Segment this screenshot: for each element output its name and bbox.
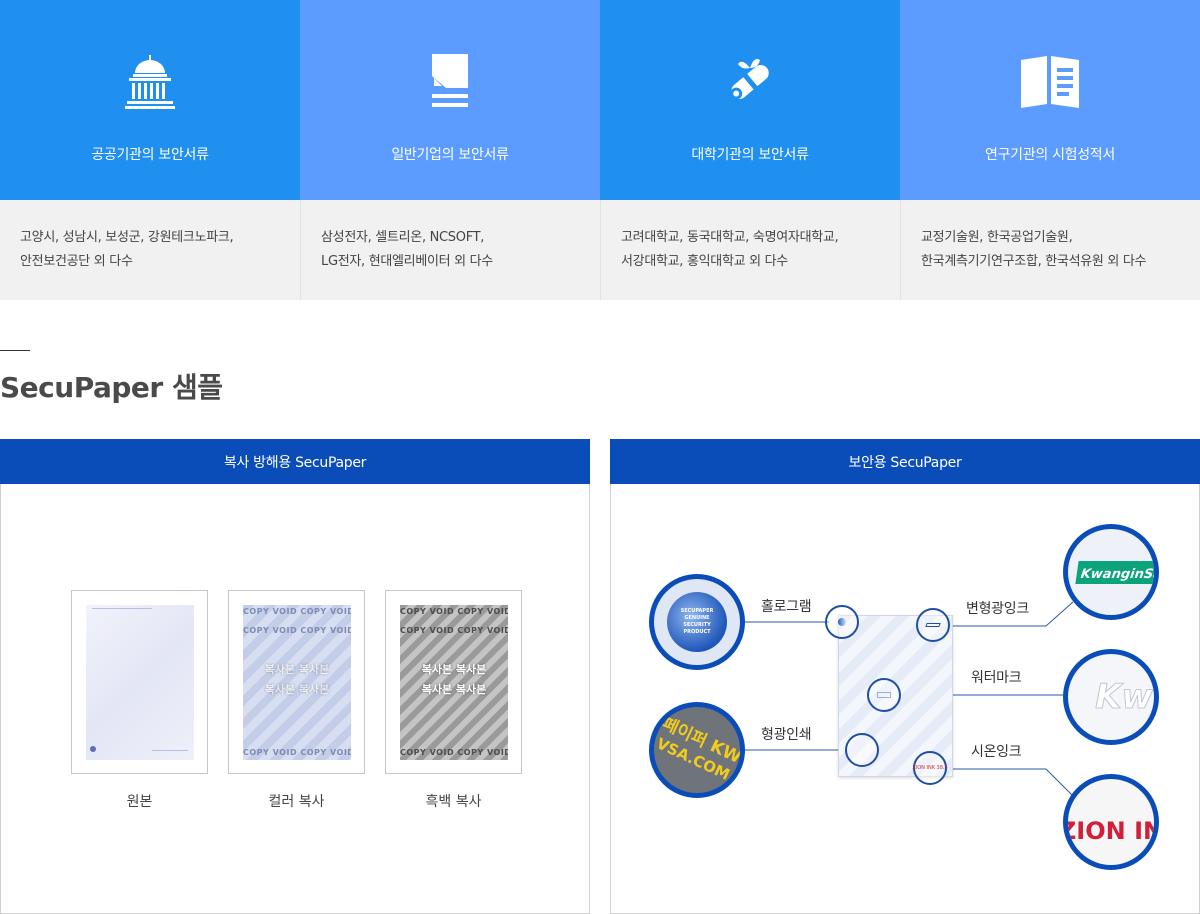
fluorescent-text: 페이퍼 KW VSA.COM (654, 714, 740, 786)
category-title: 연구기관의 시험성적서 (985, 147, 1115, 163)
category-clients: 교정기술원, 한국공업기술원, 한국계측기기연구조합, 한국석유원 외 다수 (900, 200, 1200, 300)
footer-rule (152, 750, 188, 751)
copy-void-text: COPY VOID COPY VOID (400, 607, 508, 616)
kwanginsa-text: KwanginSa (1080, 566, 1159, 582)
category-clients-line: 고양시, 성남시, 보성군, 강원테크노파크, (20, 230, 234, 245)
category-clients-line: 안전보건공단 외 다수 (20, 254, 133, 269)
watermark-spot[interactable] (867, 678, 901, 712)
document-icon (418, 50, 482, 114)
section-divider (0, 350, 30, 351)
panel-header: 복사 방해용 SecuPaper (0, 439, 590, 484)
sample-label: 흑백 복사 (425, 794, 482, 810)
fluorescent-print-spot[interactable] (845, 733, 879, 767)
security-panel: 보안용 SecuPaper ZION INK 38.5 홀로그램 형광인쇄 변형… (610, 439, 1200, 914)
panel-body: ZION INK 38.5 홀로그램 형광인쇄 변형광잉크 워터마크 시온잉크 … (610, 484, 1200, 914)
section-title: SecuPaper 샘플 (0, 371, 223, 404)
panel-body: 원본 COPY VOID COPY VOID COPY VOID COPY VO… (0, 484, 590, 914)
category-cards: 공공기관의 보안서류 고양시, 성남시, 보성군, 강원테크노파크, 안전보건공… (0, 0, 1200, 300)
category-card-header: 연구기관의 시험성적서 (900, 0, 1200, 200)
zion-ink-text: ZION IN (1063, 817, 1159, 845)
sample-label: 컬러 복사 (268, 794, 325, 810)
feature-label: 홀로그램 (761, 599, 812, 615)
copy-void-text: COPY VOID COPY VOID (243, 607, 351, 616)
category-card-public[interactable]: 공공기관의 보안서류 고양시, 성남시, 보성군, 강원테크노파크, 안전보건공… (0, 0, 300, 300)
feature-label: 시온잉크 (971, 744, 1022, 760)
thermo-ink-mark: ZION INK 38.5 (912, 765, 948, 771)
copy-void-text: COPY VOID COPY VOID (400, 748, 508, 757)
category-title: 대학기관의 보안서류 (691, 147, 809, 163)
feature-label: 변형광잉크 (966, 601, 1029, 617)
hologram-icon (838, 618, 846, 626)
color-shift-ink-spot[interactable] (916, 608, 950, 642)
hologram-spot[interactable] (825, 605, 859, 639)
category-title: 공공기관의 보안서류 (91, 147, 209, 163)
hologram-seal-text: SECUPAPER GENUINE SECURITY PRODUCT (680, 608, 714, 635)
seal-icon (90, 746, 96, 752)
category-card-enterprise[interactable]: 일반기업의 보안서류 삼성전자, 셀트리온, NCSOFT, LG전자, 현대엘… (300, 0, 600, 300)
hologram-lens[interactable]: SECUPAPER GENUINE SECURITY PRODUCT (649, 574, 745, 670)
category-card-header: 공공기관의 보안서류 (0, 0, 300, 200)
copy-prevention-panel: 복사 방해용 SecuPaper 원본 COPY VOID COPY VOID … (0, 439, 590, 914)
copy-hidden-text: 복사본 복사본 (264, 663, 330, 676)
kwanginsa-logo: KwanginSa (1075, 560, 1159, 584)
original-paper-image (86, 605, 194, 760)
sample-color-copy-thumb[interactable]: COPY VOID COPY VOID COPY VOID COPY VOID … (228, 590, 365, 774)
thermo-ink-lens[interactable]: ZION IN (1063, 774, 1159, 870)
category-clients-line: 서강대학교, 홍익대학교 외 다수 (621, 254, 788, 269)
category-clients: 고려대학교, 동국대학교, 숙명여자대학교, 서강대학교, 홍익대학교 외 다수 (600, 200, 900, 300)
copy-hidden-text: 복사본 복사본 (421, 663, 487, 676)
sample-original-thumb[interactable] (71, 590, 208, 774)
color-shift-ink-lens[interactable]: KwanginSa (1063, 524, 1159, 620)
watermark-bar-icon (877, 692, 891, 698)
sample-bw-copy-thumb[interactable]: COPY VOID COPY VOID COPY VOID COPY VOID … (385, 590, 522, 774)
capitol-building-icon (118, 50, 182, 114)
category-clients-line: 교정기술원, 한국공업기술원, (921, 230, 1073, 245)
open-book-icon (1018, 50, 1082, 114)
category-clients-line: 한국계측기기연구조합, 한국석유원 외 다수 (921, 254, 1147, 269)
color-copy-paper-image: COPY VOID COPY VOID COPY VOID COPY VOID … (243, 605, 351, 760)
category-title: 일반기업의 보안서류 (391, 147, 509, 163)
category-card-header: 일반기업의 보안서류 (300, 0, 600, 200)
category-clients-line: 고려대학교, 동국대학교, 숙명여자대학교, (621, 230, 839, 245)
diploma-scroll-icon (718, 50, 782, 114)
feature-label: 워터마크 (971, 670, 1022, 686)
category-clients: 삼성전자, 셀트리온, NCSOFT, LG전자, 현대엘리베이터 외 다수 (300, 200, 600, 300)
category-card-research[interactable]: 연구기관의 시험성적서 교정기술원, 한국공업기술원, 한국계측기기연구조합, … (900, 0, 1200, 300)
hologram-seal-icon: SECUPAPER GENUINE SECURITY PRODUCT (667, 592, 727, 652)
category-clients: 고양시, 성남시, 보성군, 강원테크노파크, 안전보건공단 외 다수 (0, 200, 300, 300)
sample-label: 원본 (126, 794, 153, 810)
category-clients-line: LG전자, 현대엘리베이터 외 다수 (321, 254, 493, 269)
category-clients-line: 삼성전자, 셀트리온, NCSOFT, (321, 230, 485, 245)
copy-void-text: COPY VOID COPY VOID (243, 748, 351, 757)
copy-void-text: COPY VOID COPY VOID (400, 626, 508, 635)
panel-header: 보안용 SecuPaper (610, 439, 1200, 484)
category-card-header: 대학기관의 보안서류 (600, 0, 900, 200)
watermark-text: Kw (1095, 677, 1154, 718)
watermark-lens[interactable]: Kw (1063, 649, 1159, 745)
copy-hidden-text: 복사본 복사본 (264, 683, 330, 696)
feature-label: 형광인쇄 (761, 727, 812, 743)
copy-hidden-text: 복사본 복사본 (421, 683, 487, 696)
thermo-ink-spot[interactable]: ZION INK 38.5 (912, 751, 948, 785)
bw-copy-paper-image: COPY VOID COPY VOID COPY VOID COPY VOID … (400, 605, 508, 760)
fluorescent-lens[interactable]: 페이퍼 KW VSA.COM (649, 702, 745, 798)
category-card-university[interactable]: 대학기관의 보안서류 고려대학교, 동국대학교, 숙명여자대학교, 서강대학교,… (600, 0, 900, 300)
copy-void-text: COPY VOID COPY VOID (243, 626, 351, 635)
ink-bar-icon (925, 623, 941, 627)
header-rule (92, 608, 152, 609)
